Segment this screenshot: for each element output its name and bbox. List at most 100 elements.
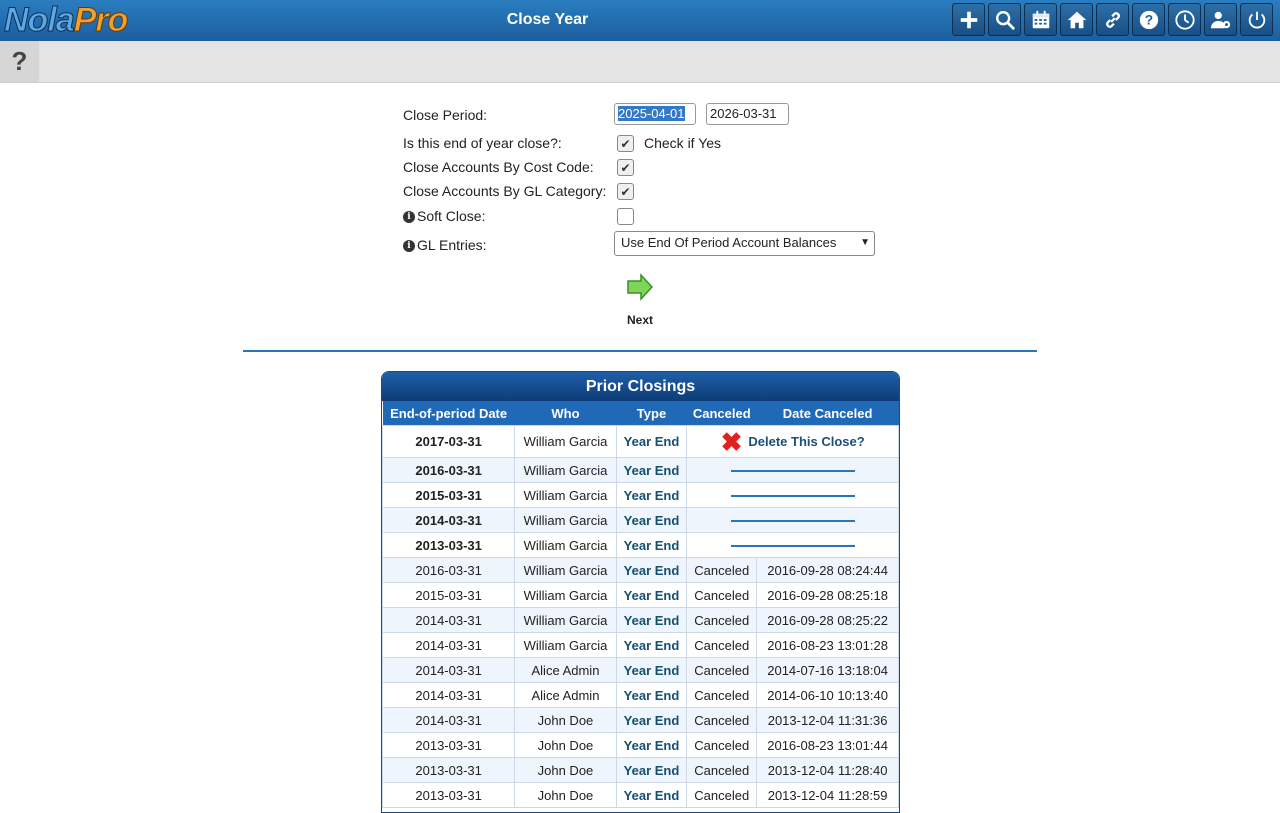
search-button[interactable] — [988, 3, 1021, 36]
end-date-input[interactable]: 2026-03-31 — [706, 103, 789, 125]
calendar-button[interactable] — [1024, 3, 1057, 36]
table-row: 2013-03-31 William Garcia Year End — [382, 532, 899, 558]
history-button[interactable] — [1168, 3, 1201, 36]
close-period-label: Close Period: — [403, 107, 488, 123]
who-cell: William Garcia — [514, 557, 617, 583]
canceled-cell: Canceled — [686, 782, 758, 808]
who-cell: John Doe — [514, 757, 617, 783]
canceled-cell: Canceled — [686, 582, 758, 608]
end-of-year-checkbox[interactable]: ✔ — [617, 135, 634, 152]
end-date-cell: 2013-03-31 — [382, 732, 516, 758]
table-row: 2014-03-31 William Garcia Year End — [382, 507, 899, 533]
gl-entries-label: i GL Entries: — [403, 237, 487, 253]
user-settings-button[interactable] — [1204, 3, 1237, 36]
help-button[interactable]: ? — [1132, 3, 1165, 36]
column-header: Who — [514, 401, 617, 426]
next-button[interactable]: Next — [612, 272, 668, 327]
end-date-cell: 2014-03-31 — [382, 632, 516, 658]
cost-code-checkbox[interactable]: ✔ — [617, 159, 634, 176]
end-date-cell: 2015-03-31 — [382, 582, 516, 608]
prior-closings-table: End-of-period Date Who Type Canceled Date Ca… — [382, 401, 899, 808]
date-canceled-cell: 2013-12-04 11:28:59 — [756, 782, 899, 808]
type-cell: Year End — [615, 425, 688, 458]
top-bar: NolaPro Close Year ? — [0, 0, 1280, 42]
end-of-year-label: Is this end of year close?: — [403, 135, 562, 151]
date-canceled-cell: 2013-12-04 11:31:36 — [756, 707, 899, 733]
soft-close-checkbox[interactable] — [617, 208, 634, 225]
date-canceled-cell: 2014-07-16 13:18:04 — [756, 657, 899, 683]
canceled-cell: Canceled — [686, 732, 758, 758]
empty-line — [730, 470, 855, 473]
who-cell: Alice Admin — [514, 657, 617, 683]
canceled-cell: Canceled — [686, 632, 758, 658]
who-cell: John Doe — [514, 782, 617, 808]
cost-code-label: Close Accounts By Cost Code: — [403, 159, 594, 175]
type-cell: Year End — [615, 632, 688, 658]
type-cell: Year End — [615, 482, 688, 508]
end-date-cell: 2014-03-31 — [382, 507, 516, 533]
end-date-cell: 2014-03-31 — [382, 707, 516, 733]
info-icon[interactable]: i — [403, 211, 415, 223]
canceled-cell: Canceled — [686, 607, 758, 633]
info-icon[interactable]: i — [403, 240, 415, 252]
user-settings-icon — [1210, 11, 1230, 28]
canceled-cell[interactable]: ✖ Delete This Close? — [686, 425, 899, 458]
empty-line — [730, 545, 855, 548]
gl-category-checkbox[interactable]: ✔ — [617, 183, 634, 200]
who-cell: William Garcia — [514, 457, 617, 483]
who-cell: William Garcia — [514, 532, 617, 558]
type-cell: Year End — [615, 457, 688, 483]
gl-entries-select[interactable]: Use End Of Period Account Balances ▼ — [614, 231, 875, 256]
table-row: 2016-03-31 William Garcia Year End Canceled… — [382, 557, 899, 583]
calendar-icon — [1032, 10, 1049, 28]
prior-closings-panel: Prior Closings End-of-period Date Who Type… — [381, 371, 900, 813]
delete-close-label[interactable]: Delete This Close? — [748, 434, 864, 449]
column-header: Canceled — [686, 401, 757, 426]
canceled-cell — [686, 482, 899, 508]
divider — [243, 350, 1037, 352]
type-cell: Year End — [615, 757, 688, 783]
arrow-right-icon — [627, 273, 654, 301]
date-canceled-cell: 2016-08-23 13:01:44 — [756, 732, 899, 758]
table-row: 2014-03-31 William Garcia Year End Canceled… — [382, 607, 899, 633]
secondary-toolbar: ? — [0, 41, 1280, 83]
link-button[interactable] — [1096, 3, 1129, 36]
help-icon: ? — [1139, 10, 1158, 29]
home-icon — [1067, 11, 1086, 28]
table-row: 2015-03-31 William Garcia Year End — [382, 482, 899, 508]
canceled-cell: Canceled — [686, 557, 758, 583]
canceled-cell — [686, 532, 899, 558]
add-button[interactable] — [952, 3, 985, 36]
svg-text:?: ? — [1144, 12, 1152, 27]
link-icon — [1105, 11, 1120, 28]
soft-close-label: i Soft Close: — [403, 208, 485, 224]
who-cell: John Doe — [514, 732, 617, 758]
type-cell: Year End — [615, 557, 688, 583]
column-header: End-of-period Date — [382, 401, 515, 426]
delete-icon[interactable]: ✖ — [721, 429, 743, 455]
context-help-button[interactable]: ? — [0, 41, 39, 82]
who-cell: William Garcia — [514, 425, 617, 458]
date-canceled-cell: 2014-06-10 10:13:40 — [756, 682, 899, 708]
canceled-cell: Canceled — [686, 657, 758, 683]
type-cell: Year End — [615, 657, 688, 683]
table-row: 2013-03-31 John Doe Year End Canceled 2013-1… — [382, 782, 899, 808]
table-row: 2014-03-31 Alice Admin Year End Canceled 201… — [382, 657, 899, 683]
delete-close-button[interactable]: ✖ Delete This Close? — [691, 429, 894, 455]
table-row: 2015-03-31 William Garcia Year End Canceled… — [382, 582, 899, 608]
date-canceled-cell: 2016-08-23 13:01:28 — [756, 632, 899, 658]
table-row: 2016-03-31 William Garcia Year End — [382, 457, 899, 483]
end-date-cell: 2014-03-31 — [382, 682, 516, 708]
start-date-input[interactable]: 2025-04-01 — [614, 103, 696, 125]
home-button[interactable] — [1060, 3, 1093, 36]
logout-button[interactable] — [1240, 3, 1273, 36]
toolbar-icons: ? — [952, 3, 1273, 36]
table-row: 2017-03-31 William Garcia Year End ✖ Delete … — [382, 425, 899, 458]
type-cell: Year End — [615, 707, 688, 733]
end-date-cell: 2016-03-31 — [382, 557, 516, 583]
empty-line — [730, 520, 855, 523]
column-header: Type — [616, 401, 687, 426]
clock-icon — [1174, 9, 1195, 30]
canceled-cell: Canceled — [686, 707, 758, 733]
who-cell: William Garcia — [514, 582, 617, 608]
